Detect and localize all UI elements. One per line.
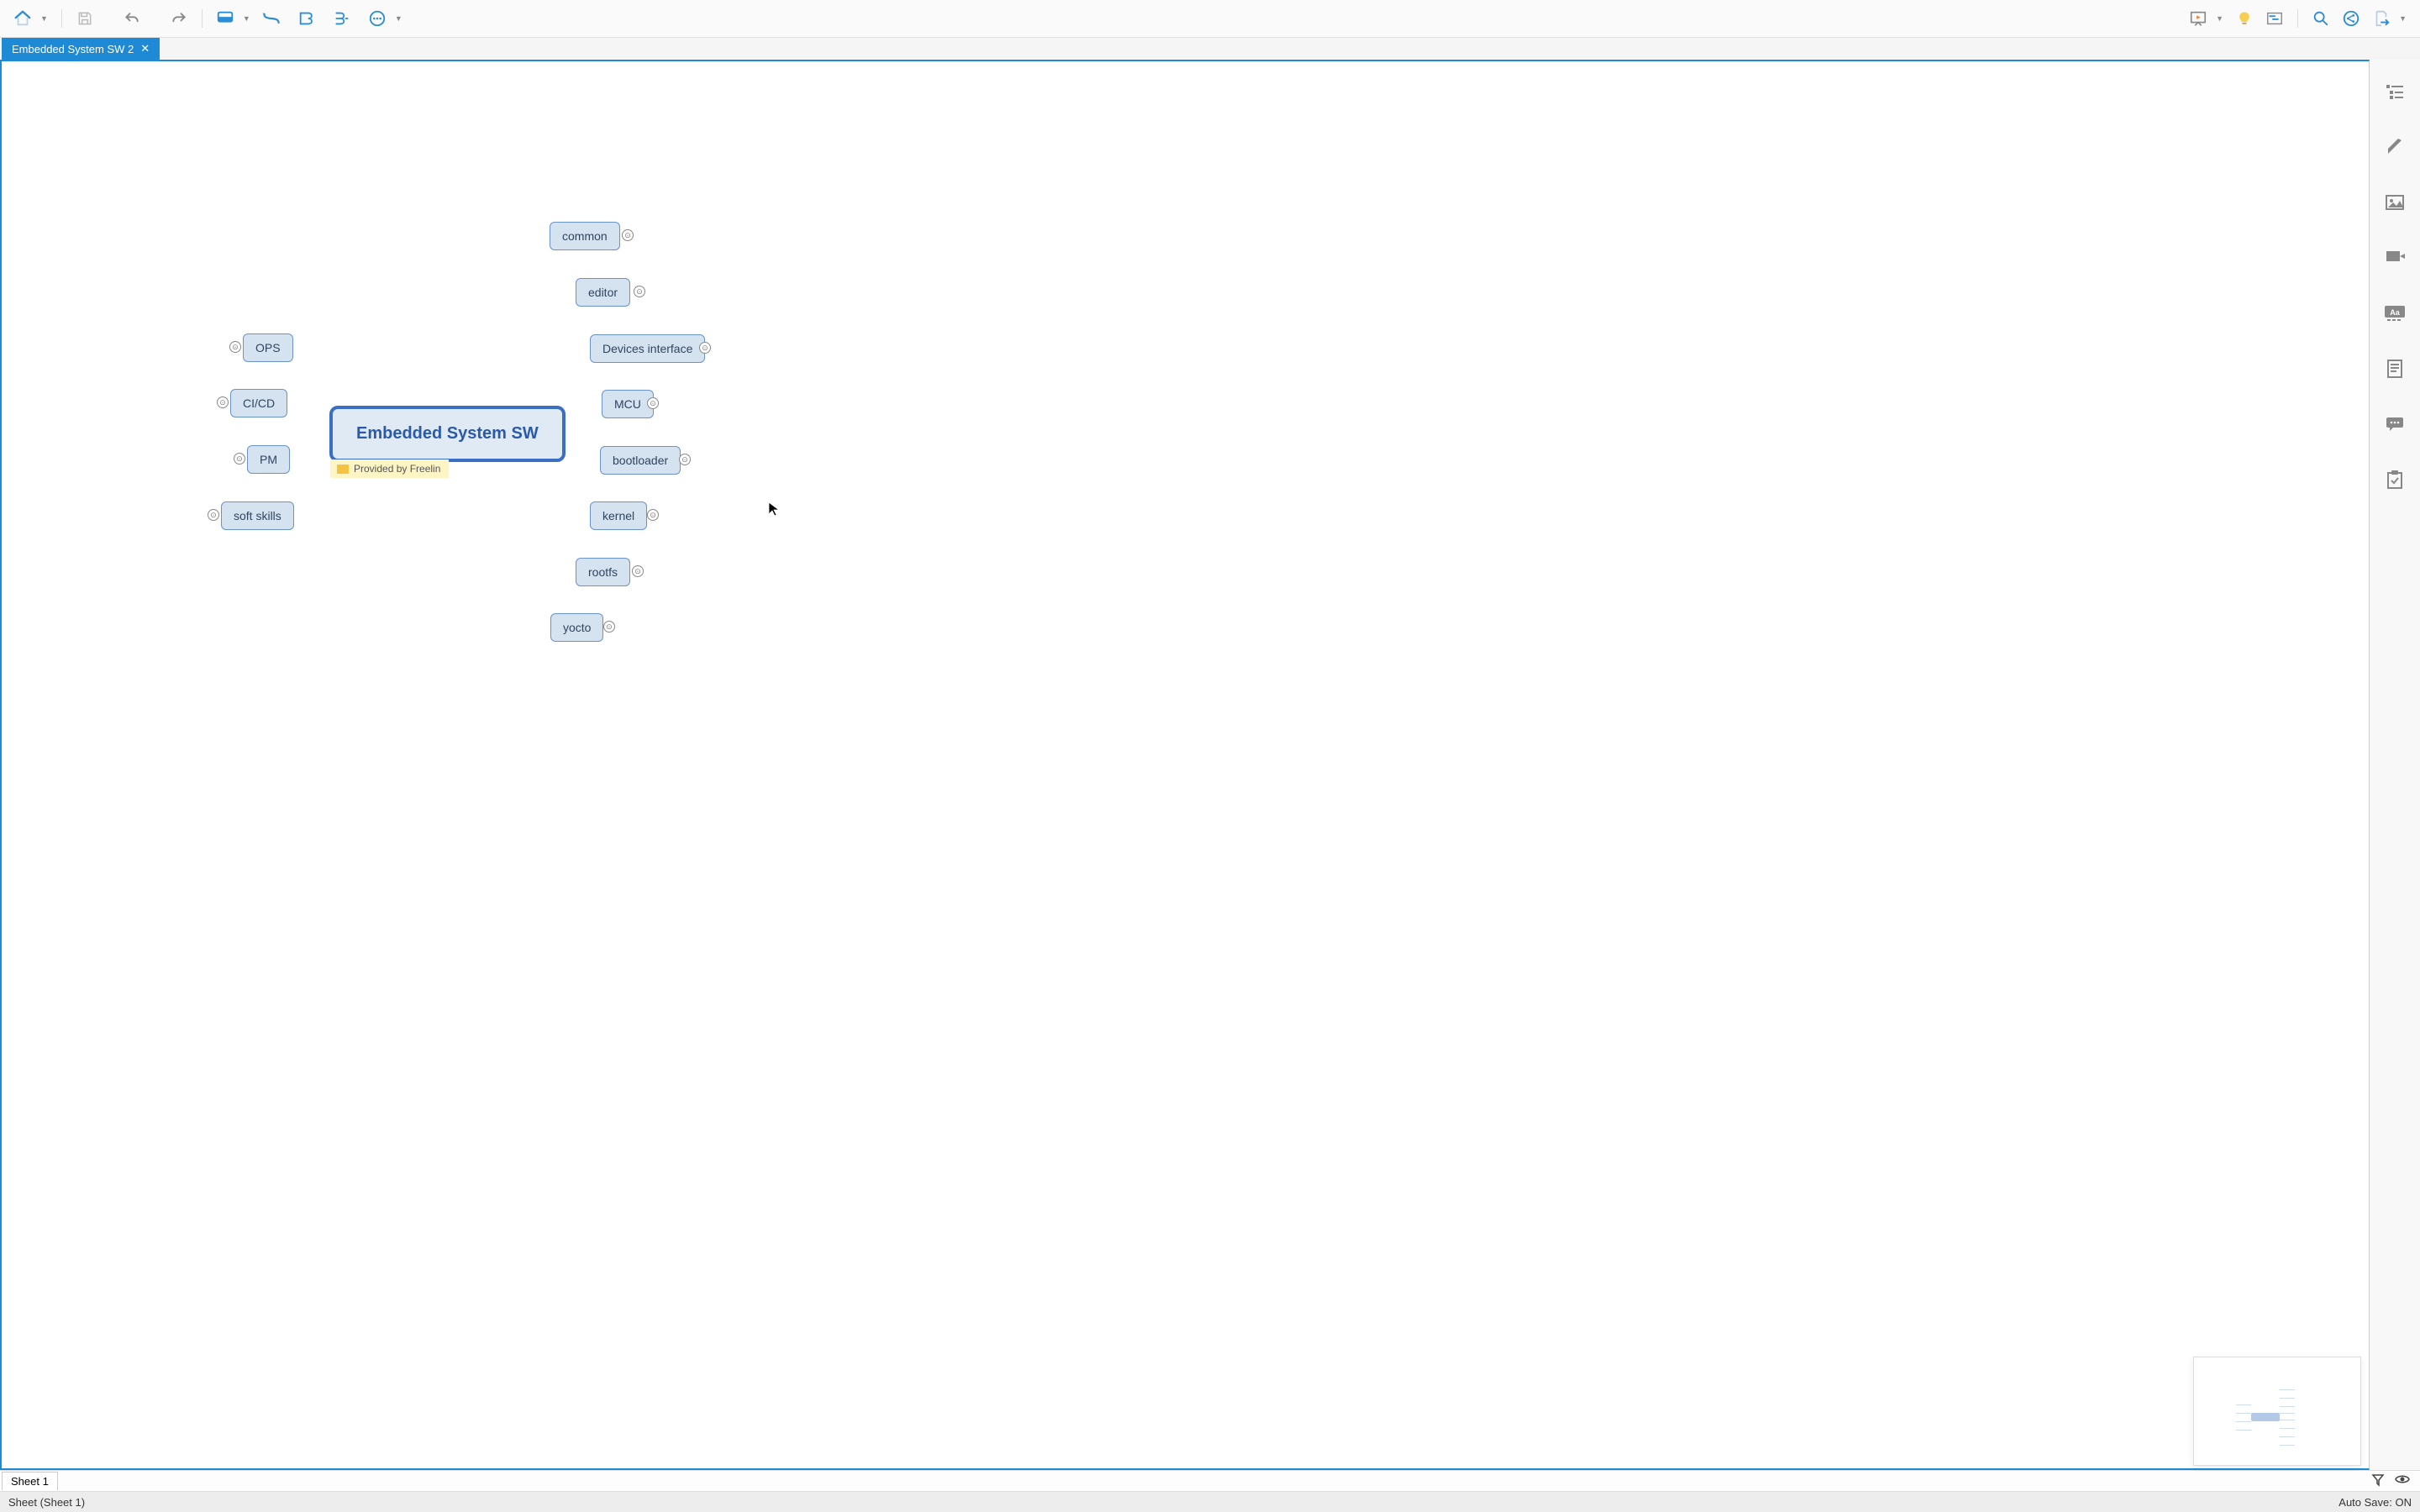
format-icon[interactable] [2380,132,2410,162]
home-dropdown-icon[interactable]: ▼ [40,14,48,23]
marker-icon[interactable] [2380,243,2410,273]
summary-icon[interactable] [328,4,356,33]
redo-icon[interactable] [165,4,193,33]
node-label: Devices interface [602,342,692,355]
expand-icon[interactable]: ⊙ [632,565,644,577]
edges [2,61,254,187]
node-label: yocto [563,621,591,634]
node-softskills[interactable]: soft skills [221,501,294,530]
node-label: rootfs [588,565,618,579]
node-kernel[interactable]: kernel [590,501,647,530]
save-icon[interactable] [71,4,99,33]
node-label: MCU [614,397,641,411]
node-label: OPS [255,341,281,354]
side-panel: Aa [2370,60,2420,1470]
more-icon[interactable] [363,4,392,33]
node-label: kernel [602,509,634,522]
canvas[interactable]: Embedded System SW Provided by Freelin O… [0,60,2370,1470]
sheet-tab-label: Sheet 1 [11,1475,49,1488]
expand-icon[interactable]: ⊙ [679,454,691,465]
node-devices[interactable]: Devices interface [590,334,705,363]
comments-icon[interactable] [2380,409,2410,439]
node-common[interactable]: common [550,222,620,250]
node-label: CI/CD [243,396,275,410]
node-label: common [562,229,608,243]
expand-icon[interactable]: ⊙ [699,342,711,354]
node-editor[interactable]: editor [576,278,630,307]
node-bootloader[interactable]: bootloader [600,446,681,475]
autosave-status: Auto Save: ON [2338,1496,2412,1509]
node-ops[interactable]: OPS [243,333,293,362]
expand-icon[interactable]: ⊙ [229,341,241,353]
topic-icon[interactable] [211,4,239,33]
task-icon[interactable] [2380,465,2410,495]
notes-icon[interactable] [2380,354,2410,384]
search-icon[interactable] [2307,4,2335,33]
text-style-icon[interactable]: Aa [2380,298,2410,328]
gantt-icon[interactable] [2260,4,2289,33]
more-dropdown-icon[interactable]: ▼ [395,14,402,23]
filter-icon[interactable] [2371,1473,2385,1489]
present-dropdown-icon[interactable]: ▼ [2216,14,2223,23]
expand-icon[interactable]: ⊙ [603,621,615,633]
document-tab[interactable]: Embedded System SW 2 ✕ [2,38,160,60]
expand-icon[interactable]: ⊙ [208,509,219,521]
node-pm[interactable]: PM [247,445,290,474]
image-icon[interactable] [2380,187,2410,218]
cursor-icon [768,501,780,521]
main-toolbar: ▼ ▼ ▼ ▼ ▼ [0,0,2420,38]
minimap[interactable] [2193,1357,2361,1466]
node-label: bootloader [613,454,668,467]
expand-icon[interactable]: ⊙ [234,453,245,465]
expand-icon[interactable]: ⊙ [647,509,659,521]
outline-icon[interactable] [2380,76,2410,107]
tab-title: Embedded System SW 2 [12,43,134,55]
boundary-icon[interactable] [292,4,321,33]
central-node-label: Embedded System SW [356,424,539,443]
note-text: Provided by Freelin [354,463,440,475]
node-label: editor [588,286,618,299]
central-node[interactable]: Embedded System SW [329,406,566,462]
export-icon[interactable] [2367,4,2396,33]
visibility-icon[interactable] [2395,1473,2410,1489]
sheet-status: Sheet (Sheet 1) [8,1496,85,1509]
svg-text:Aa: Aa [2390,308,2400,317]
node-label: PM [260,453,277,466]
home-icon[interactable] [8,4,37,33]
idea-icon[interactable] [2230,4,2259,33]
sheet-bar: Sheet 1 [0,1470,2420,1491]
expand-icon[interactable]: ⊙ [622,229,634,241]
tab-strip: Embedded System SW 2 ✕ [0,38,2420,60]
close-tab-icon[interactable]: ✕ [140,42,150,55]
separator [202,9,203,28]
node-cicd[interactable]: CI/CD [230,389,287,417]
workspace: Embedded System SW Provided by Freelin O… [0,60,2370,1470]
undo-icon[interactable] [118,4,146,33]
share-icon[interactable] [2337,4,2365,33]
separator [2297,9,2298,28]
node-rootfs[interactable]: rootfs [576,558,630,586]
relationship-icon[interactable] [257,4,286,33]
export-dropdown-icon[interactable]: ▼ [2399,14,2407,23]
node-mcu[interactable]: MCU [602,390,654,418]
node-label: soft skills [234,509,281,522]
sheet-tab[interactable]: Sheet 1 [2,1472,58,1490]
node-yocto[interactable]: yocto [550,613,603,642]
separator [61,9,62,28]
expand-icon[interactable]: ⊙ [634,286,645,297]
present-icon[interactable] [2184,4,2212,33]
status-bar: Sheet (Sheet 1) Auto Save: ON [0,1491,2420,1512]
topic-dropdown-icon[interactable]: ▼ [243,14,250,23]
note-label[interactable]: Provided by Freelin [330,459,449,478]
expand-icon[interactable]: ⊙ [647,397,659,409]
expand-icon[interactable]: ⊙ [217,396,229,408]
